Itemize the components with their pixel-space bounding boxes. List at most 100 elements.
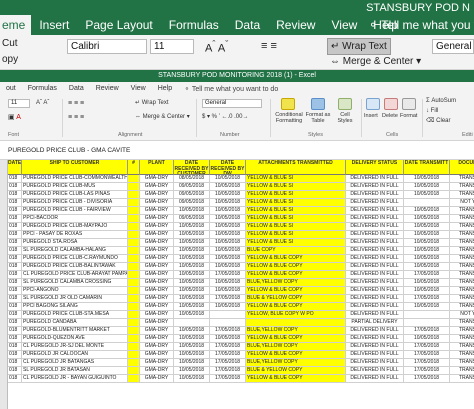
table-cell[interactable]: BLUE,YELLOW COPY — [246, 327, 346, 335]
table-cell[interactable]: GMA-DRY — [140, 231, 174, 239]
format-as-table-icon[interactable] — [311, 98, 325, 110]
table-cell[interactable]: DELIVERED IN FULL — [346, 263, 404, 271]
table-cell[interactable]: 018 — [8, 215, 22, 223]
table-cell[interactable]: 09/05/2018 — [174, 183, 210, 191]
back-tab-formulas[interactable]: Formulas — [161, 15, 227, 35]
table-cell[interactable]: GMA-DRY — [140, 207, 174, 215]
currency-format-icon[interactable]: $ ▾ % ’ ←.0 .00→ — [202, 113, 248, 122]
table-cell[interactable]: 018 — [8, 351, 22, 359]
format-as-table-label[interactable]: Format as Table — [304, 112, 332, 124]
table-cell[interactable]: 10/05/2018 — [404, 279, 450, 287]
table-cell[interactable]: YELLOW, BLUE COPY W PO — [246, 311, 346, 319]
table-cell[interactable]: DELIVERED IN FULL — [346, 287, 404, 295]
column-header[interactable]: DOCUME — [450, 160, 474, 175]
column-header[interactable]: DATE RECEIVED BY CUSTOMER — [174, 160, 210, 175]
table-cell[interactable]: PPCI - PASAY DE ROXAS — [22, 231, 128, 239]
table-cell[interactable]: 10/05/2018 — [174, 367, 210, 375]
column-header[interactable]: # — [128, 160, 140, 175]
table-cell[interactable]: BLUE,YELLOW COPY — [246, 279, 346, 287]
table-cell[interactable]: GMA-DRY — [140, 311, 174, 319]
table-cell[interactable]: PUREGOLD PRICE CLUB-MAYPAJO — [22, 223, 128, 231]
table-cell[interactable]: PPCI-BACOOR — [22, 215, 128, 223]
table-cell[interactable] — [404, 319, 450, 327]
table-cell[interactable]: CL PUREGOLD PRICE CLUB-ARAYAT PAMPANGA — [22, 271, 128, 279]
table-cell[interactable]: GMA-DRY — [140, 367, 174, 375]
table-cell[interactable]: GMA-DRY — [140, 279, 174, 287]
table-cell[interactable]: 018 — [8, 367, 22, 375]
table-cell[interactable]: 10/05/2018 — [210, 279, 246, 287]
table-cell[interactable] — [128, 175, 140, 183]
front-tab-help[interactable]: Help — [152, 85, 178, 92]
front-merge-center-button[interactable]: ⇔ Merge & Center ▾ — [135, 113, 190, 122]
table-cell[interactable] — [128, 359, 140, 367]
cell-styles-icon[interactable] — [338, 98, 352, 110]
table-cell[interactable] — [128, 279, 140, 287]
autosum-button[interactable]: Σ AutoSum — [426, 97, 456, 106]
column-header[interactable]: DELIVERY STATUS — [346, 160, 404, 175]
table-cell[interactable]: 17/05/2018 — [404, 295, 450, 303]
table-cell[interactable] — [128, 327, 140, 335]
table-cell[interactable]: 018 — [8, 183, 22, 191]
table-cell[interactable]: TRANSM — [450, 191, 474, 199]
table-cell[interactable]: DELIVERED IN FULL — [346, 199, 404, 207]
table-cell[interactable]: YELLOW & BLUE COPY — [246, 271, 346, 279]
table-cell[interactable]: TRANSM — [450, 343, 474, 351]
front-tab-review[interactable]: Review — [90, 85, 125, 92]
table-cell[interactable]: SL PUREGOLD JR BATASAN — [22, 367, 128, 375]
table-cell[interactable]: 018 — [8, 191, 22, 199]
table-cell[interactable]: SL PUREGOLD CALAMBA-HALANG — [22, 247, 128, 255]
font-name-select[interactable]: Calibri — [67, 39, 147, 54]
front-align-top-icon[interactable]: ≡ ≡ ≡ — [68, 99, 84, 108]
table-cell[interactable] — [404, 199, 450, 207]
table-cell[interactable]: 17/05/2018 — [210, 351, 246, 359]
back-tab-home[interactable]: eme — [0, 15, 32, 35]
format-cells-icon[interactable] — [402, 98, 416, 110]
table-cell[interactable]: YELLOW & BLUE SI — [246, 239, 346, 247]
table-cell[interactable]: GMA-DRY — [140, 247, 174, 255]
table-cell[interactable]: YELLOW & BLUE COPY — [246, 351, 346, 359]
table-cell[interactable]: PUREGOLD PRICE CLUB - DIVISORIA — [22, 199, 128, 207]
table-cell[interactable]: 018 — [8, 287, 22, 295]
table-cell[interactable]: GMA-DRY — [140, 215, 174, 223]
back-tab-page-layout[interactable]: Page Layout — [77, 15, 160, 35]
table-cell[interactable]: TRANSM — [450, 351, 474, 359]
table-cell[interactable]: PUREGOLD PRICE CLUB - FAIRVIEW — [22, 207, 128, 215]
table-cell[interactable]: 018 — [8, 327, 22, 335]
table-cell[interactable]: DELIVERED IN FULL — [346, 375, 404, 383]
table-cell[interactable]: 018 — [8, 279, 22, 287]
table-cell[interactable]: NOT YE — [450, 199, 474, 207]
table-cell[interactable]: 10/05/2018 — [210, 263, 246, 271]
table-cell[interactable]: PPCI-ANGONO — [22, 287, 128, 295]
column-header[interactable]: DATE — [8, 160, 22, 175]
table-cell[interactable]: GMA-DRY — [140, 199, 174, 207]
table-cell[interactable]: 17/05/2018 — [404, 375, 450, 383]
table-cell[interactable] — [210, 319, 246, 327]
fill-button[interactable]: ↓ Fill — [426, 107, 438, 116]
table-cell[interactable]: 10/05/2018 — [174, 263, 210, 271]
table-cell[interactable]: 10/05/2018 — [210, 207, 246, 215]
table-cell[interactable]: GMA-DRY — [140, 223, 174, 231]
table-cell[interactable]: GMA-DRY — [140, 239, 174, 247]
back-tab-data[interactable]: Data — [227, 15, 268, 35]
table-cell[interactable]: 10/05/2018 — [210, 199, 246, 207]
table-cell[interactable]: 10/05/2018 — [174, 231, 210, 239]
table-cell[interactable]: DELIVERED IN FULL — [346, 311, 404, 319]
table-cell[interactable]: 10/05/2018 — [210, 247, 246, 255]
table-cell[interactable]: GMA-DRY — [140, 319, 174, 327]
table-cell[interactable]: DELIVERED IN FULL — [346, 295, 404, 303]
table-cell[interactable] — [128, 295, 140, 303]
cell-styles-label[interactable]: Cell Styles — [333, 112, 357, 124]
table-cell[interactable]: TRANSM — [450, 183, 474, 191]
table-cell[interactable]: TRANSM — [450, 207, 474, 215]
table-cell[interactable]: GMA-DRY — [140, 271, 174, 279]
table-cell[interactable]: DELIVERED IN FULL — [346, 303, 404, 311]
table-cell[interactable]: TRANSM — [450, 375, 474, 383]
table-cell[interactable]: BLUE,YELLOW COPY — [246, 343, 346, 351]
table-cell[interactable]: DELIVERED IN FULL — [346, 367, 404, 375]
front-grow-font-icon[interactable]: Aˆ Aˇ — [36, 99, 49, 108]
table-cell[interactable]: 10/05/2018 — [404, 247, 450, 255]
table-cell[interactable]: 17/05/2018 — [210, 271, 246, 279]
table-cell[interactable]: DELIVERED IN FULL — [346, 239, 404, 247]
table-cell[interactable] — [128, 263, 140, 271]
font-color-icon[interactable]: ▣ A — [8, 113, 21, 122]
